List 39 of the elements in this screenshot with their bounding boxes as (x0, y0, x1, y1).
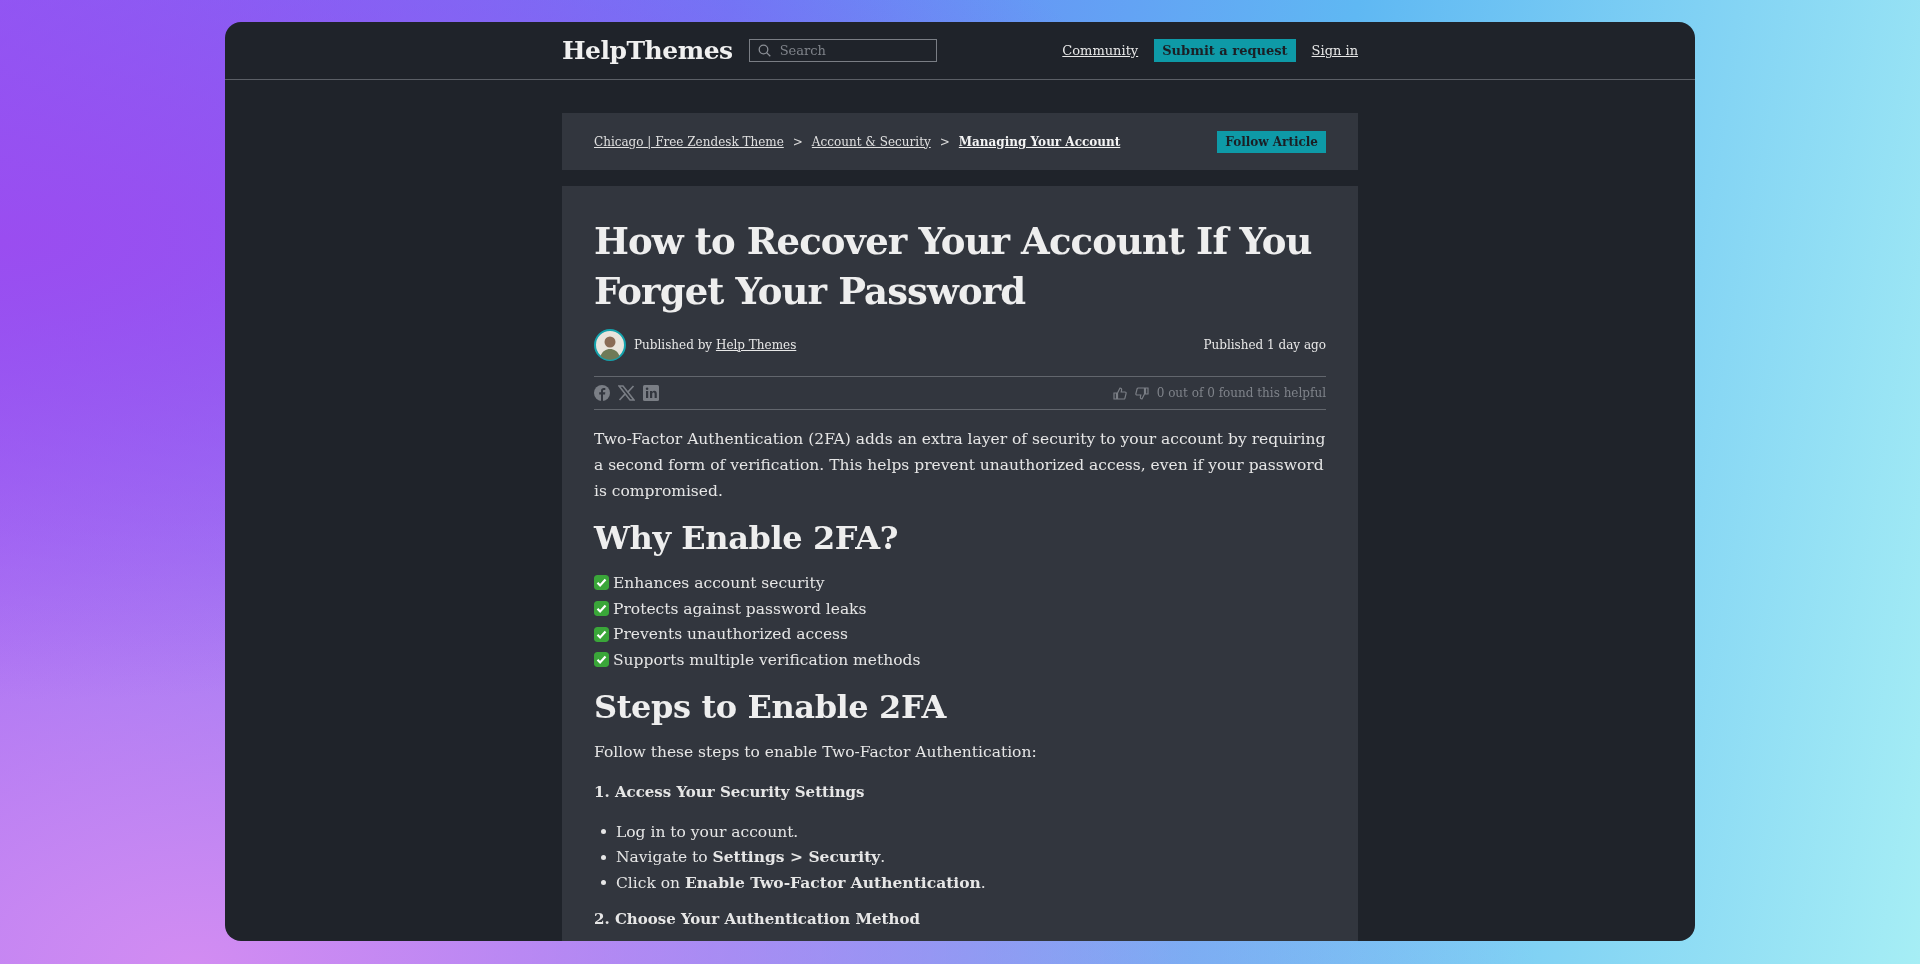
site-logo[interactable]: HelpThemes (562, 36, 733, 65)
checklist-item: Enhances account security (613, 572, 825, 594)
breadcrumb-separator: > (939, 134, 950, 149)
paragraph: Two-Factor Authentication (2FA) adds an extra layer of security to your account by requiring a second form of verification. This helps prevent unauthorized access, even if your password is compromised. (594, 429, 1326, 502)
checklist-item: Protects against password leaks (613, 598, 867, 620)
bullet-icon (601, 829, 606, 835)
nav-link[interactable]: Sign in (1311, 43, 1358, 58)
checklist-item: Prevents unauthorized access (613, 624, 848, 646)
bullet-icon (601, 854, 606, 860)
breadcrumb-link[interactable]: Account & Security (811, 134, 931, 149)
helpful-count: 0 out of 0 found this helpful (1156, 386, 1326, 400)
thumbs-up-icon[interactable] (1112, 386, 1127, 400)
paragraph: Follow these steps to enable Two-Factor Authentication: (594, 741, 1038, 763)
bullet-icon (601, 880, 606, 886)
breadcrumb-link[interactable]: Chicago | Free Zendesk Theme (594, 134, 784, 149)
checklist-item: Supports multiple verification methods (613, 649, 921, 671)
follow-article-button[interactable]: Follow Article (1217, 130, 1326, 153)
search-field[interactable]: Search (748, 39, 937, 62)
nav-link[interactable]: Community (1062, 43, 1139, 58)
submit-request-button[interactable]: Submit a request (1154, 39, 1296, 62)
list-item: Log in to your account. (616, 821, 799, 843)
step-heading: 1. Access Your Security Settings (594, 781, 866, 803)
thumbs-down-icon[interactable] (1134, 386, 1149, 400)
facebook-icon[interactable] (594, 385, 610, 401)
author-link[interactable]: Help Themes (715, 338, 797, 352)
section-heading: Why Enable 2FA? (594, 518, 900, 558)
breadcrumb-link[interactable]: Managing Your Account (958, 134, 1121, 149)
search-icon (757, 44, 771, 57)
list-item: Click on Enable Two-Factor Authentication. (616, 871, 986, 894)
avatar (594, 329, 626, 361)
publish-date: Published 1 day ago (1203, 338, 1326, 352)
breadcrumb-separator: > (792, 134, 803, 149)
linkedin-icon[interactable] (643, 385, 659, 401)
list-item: Navigate to Settings > Security. (616, 846, 886, 869)
section-heading: Steps to Enable 2FA (594, 686, 948, 727)
step-heading: 2. Choose Your Authentication Method (594, 908, 921, 930)
x-icon[interactable] (618, 385, 635, 401)
author-line: Published by Help Themes (634, 338, 797, 352)
article-title: How to Recover Your Account If You Forget Your Password (594, 218, 1313, 315)
